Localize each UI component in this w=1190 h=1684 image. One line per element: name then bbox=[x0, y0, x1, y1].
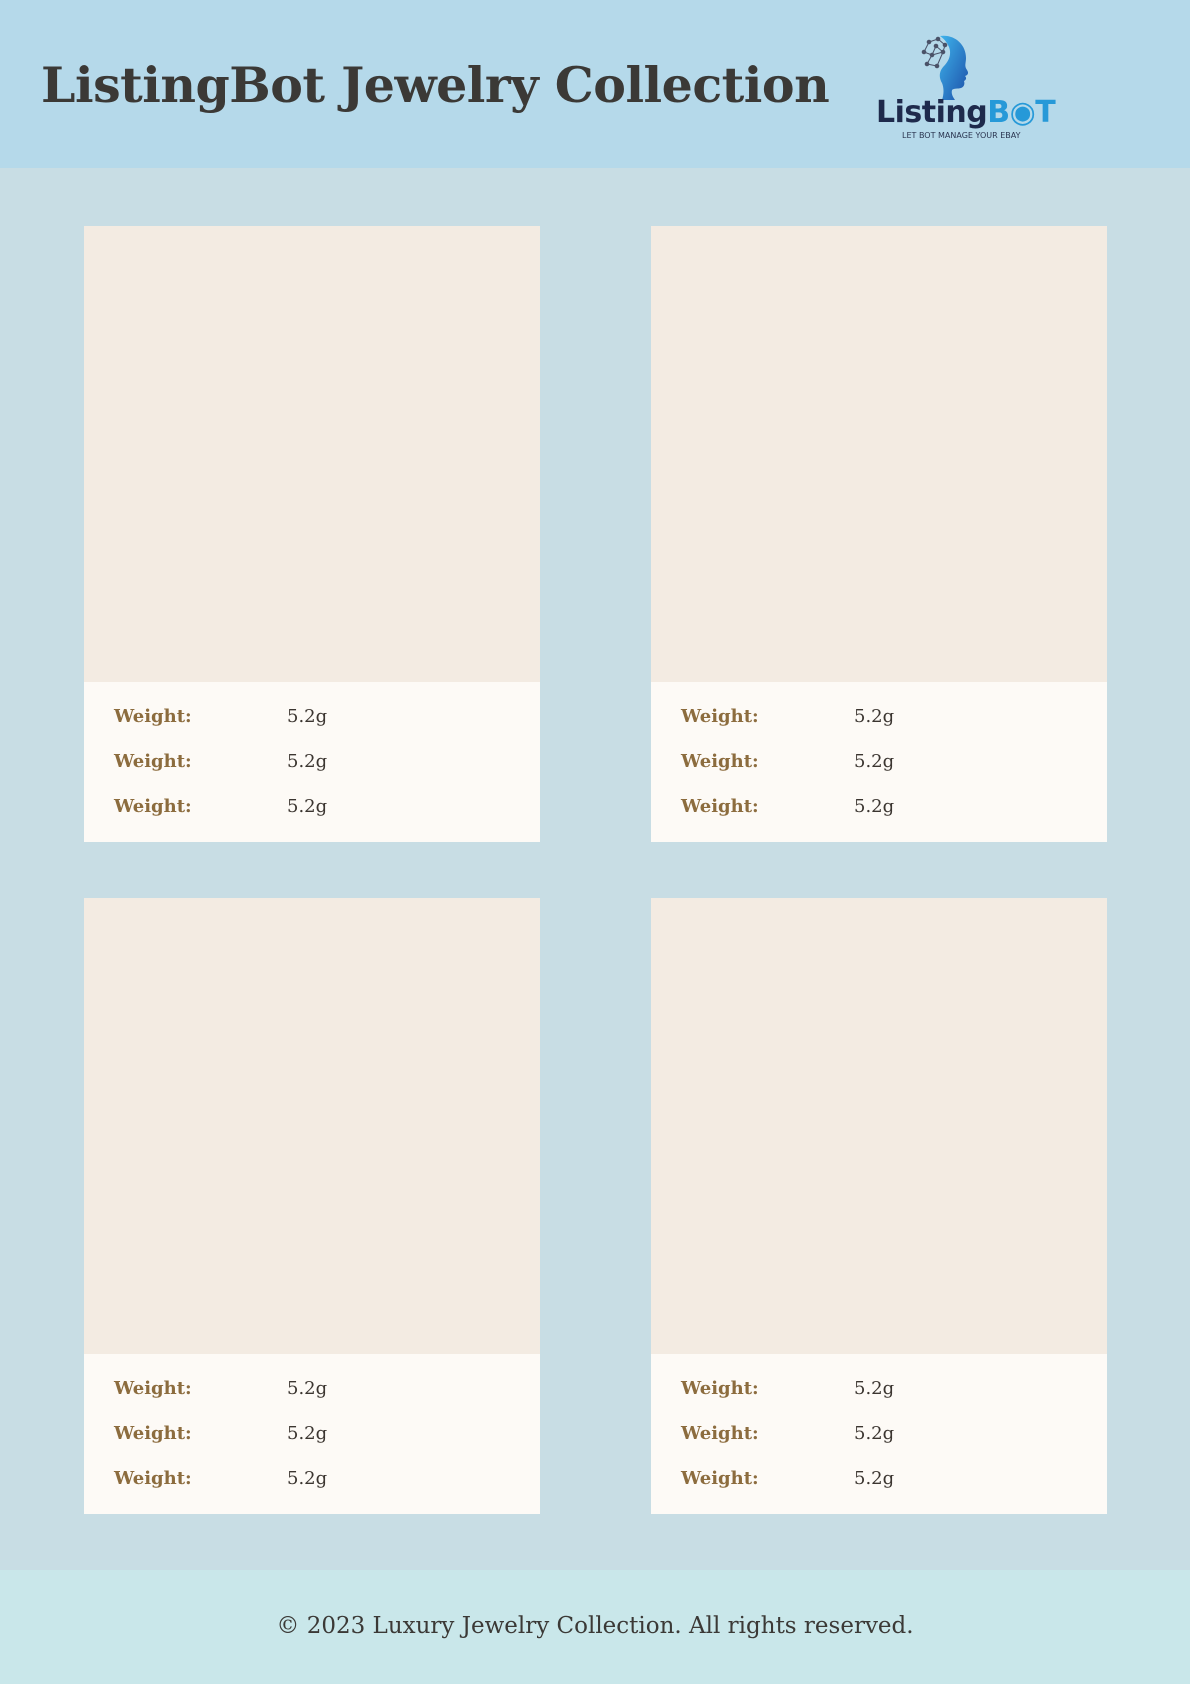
spec-label: Weight: bbox=[681, 706, 759, 727]
spec-row: Weight: 5.2g bbox=[681, 750, 1081, 774]
copyright-text: © 2023 Luxury Jewelry Collection. All ri… bbox=[276, 1613, 914, 1639]
page-footer: © 2023 Luxury Jewelry Collection. All ri… bbox=[0, 1570, 1190, 1684]
spec-row: Weight: 5.2g bbox=[114, 750, 514, 774]
spec-row: Weight: 5.2g bbox=[114, 1467, 514, 1491]
spec-row: Weight: 5.2g bbox=[681, 795, 1081, 819]
logo-word-main: Listing bbox=[876, 95, 988, 130]
spec-label: Weight: bbox=[114, 1423, 192, 1444]
spec-value: 5.2g bbox=[287, 1378, 328, 1399]
spec-row: Weight: 5.2g bbox=[114, 1377, 514, 1401]
product-card[interactable]: Weight: 5.2g Weight: 5.2g Weight: 5.2g bbox=[651, 226, 1107, 842]
logo-word-accent-b: B bbox=[987, 95, 1010, 130]
spec-value: 5.2g bbox=[287, 1468, 328, 1489]
spec-label: Weight: bbox=[681, 1423, 759, 1444]
product-image-placeholder[interactable] bbox=[651, 898, 1107, 1354]
spec-row: Weight: 5.2g bbox=[114, 705, 514, 729]
spec-label: Weight: bbox=[681, 1378, 759, 1399]
spec-value: 5.2g bbox=[287, 706, 328, 727]
product-card[interactable]: Weight: 5.2g Weight: 5.2g Weight: 5.2g bbox=[84, 898, 540, 1514]
spec-row: Weight: 5.2g bbox=[681, 1422, 1081, 1446]
spec-value: 5.2g bbox=[854, 1378, 895, 1399]
logo-tagline: LET BOT MANAGE YOUR EBAY bbox=[902, 131, 1021, 140]
robot-head-icon bbox=[921, 35, 969, 100]
logo-word-accent-t: T bbox=[1035, 95, 1056, 130]
logo-robot-o-icon: ◉ bbox=[1009, 95, 1036, 130]
spec-row: Weight: 5.2g bbox=[681, 1377, 1081, 1401]
spec-value: 5.2g bbox=[854, 706, 895, 727]
spec-label: Weight: bbox=[114, 1378, 192, 1399]
spec-value: 5.2g bbox=[854, 751, 895, 772]
spec-value: 5.2g bbox=[287, 796, 328, 817]
spec-label: Weight: bbox=[114, 751, 192, 772]
listingbot-logo[interactable]: ListingB◉T LET BOT MANAGE YOUR EBAY bbox=[872, 30, 1056, 148]
spec-label: Weight: bbox=[681, 751, 759, 772]
product-image-placeholder[interactable] bbox=[84, 898, 540, 1354]
product-image-placeholder[interactable] bbox=[651, 226, 1107, 682]
spec-value: 5.2g bbox=[854, 796, 895, 817]
spec-label: Weight: bbox=[681, 1468, 759, 1489]
product-card[interactable]: Weight: 5.2g Weight: 5.2g Weight: 5.2g bbox=[651, 898, 1107, 1514]
spec-value: 5.2g bbox=[854, 1423, 895, 1444]
spec-label: Weight: bbox=[681, 796, 759, 817]
page-title: ListingBot Jewelry Collection bbox=[41, 56, 830, 114]
spec-label: Weight: bbox=[114, 706, 192, 727]
page-header: ListingBot Jewelry Collection ListingB◉T… bbox=[0, 0, 1190, 168]
spec-value: 5.2g bbox=[287, 1423, 328, 1444]
logo-wordmark: ListingB◉T bbox=[876, 95, 1056, 130]
spec-label: Weight: bbox=[114, 796, 192, 817]
spec-row: Weight: 5.2g bbox=[114, 795, 514, 819]
spec-row: Weight: 5.2g bbox=[114, 1422, 514, 1446]
spec-value: 5.2g bbox=[287, 751, 328, 772]
spec-row: Weight: 5.2g bbox=[681, 1467, 1081, 1491]
spec-label: Weight: bbox=[114, 1468, 192, 1489]
product-image-placeholder[interactable] bbox=[84, 226, 540, 682]
spec-row: Weight: 5.2g bbox=[681, 705, 1081, 729]
spec-value: 5.2g bbox=[854, 1468, 895, 1489]
product-card[interactable]: Weight: 5.2g Weight: 5.2g Weight: 5.2g bbox=[84, 226, 540, 842]
